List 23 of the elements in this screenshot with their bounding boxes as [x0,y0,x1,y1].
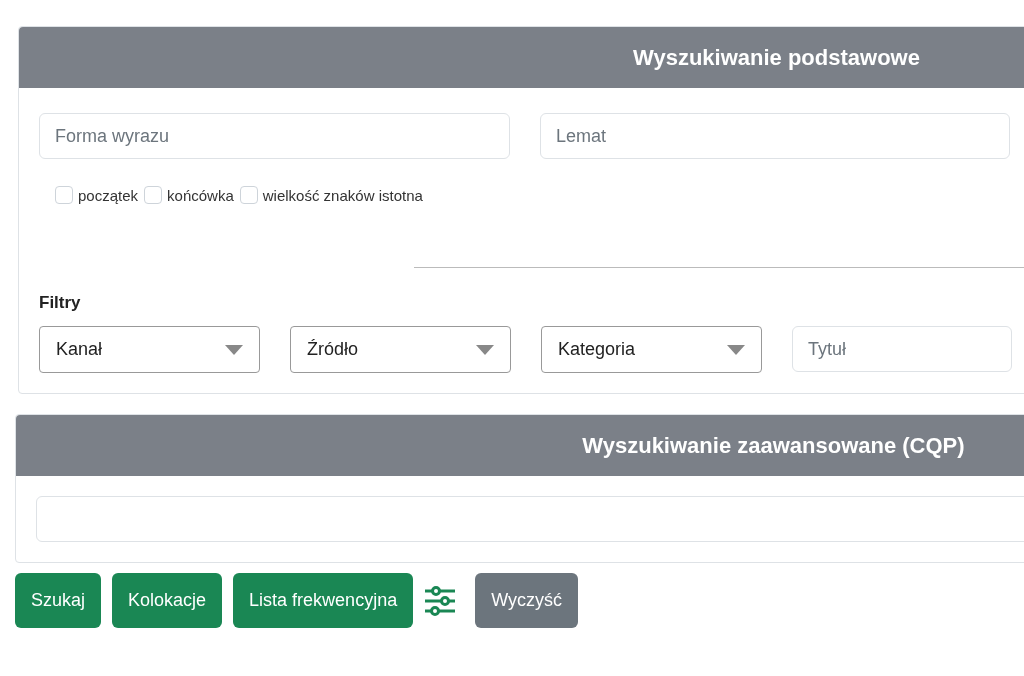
dropdown[interactable]: Kategoria [541,326,762,373]
caret-icon [727,344,745,355]
action-button[interactable]: Lista frekwencyjna [233,573,414,628]
caret-icon [225,344,243,355]
dropdown[interactable]: Kanał [39,326,260,373]
action-button[interactable]: Wyczyść [475,573,578,628]
checkbox-label: końcówka [167,186,234,204]
panel-title: Wyszukiwanie zaawansowane (CQP) [16,415,1024,476]
checkbox[interactable] [55,186,73,204]
action-button[interactable]: Kolokacje [112,573,223,628]
checkbox-label: początek [78,186,139,204]
dropdown[interactable]: Źródło [290,326,511,373]
input-field[interactable]: Forma wyrazu [39,113,510,159]
input-field[interactable]: Lemat [540,113,1010,159]
sliders-icon[interactable] [424,585,457,616]
checkbox[interactable] [144,186,163,204]
checkbox-label: wielkość znaków istotna [262,186,423,204]
caret-icon [476,344,494,355]
checkbox[interactable] [239,186,258,204]
panel-title: Wyszukiwanie podstawowe [19,27,1024,88]
input-field[interactable]: Tytuł [792,326,1012,372]
action-button[interactable]: Szukaj [15,573,102,628]
filters-label: Filtry [39,293,82,313]
